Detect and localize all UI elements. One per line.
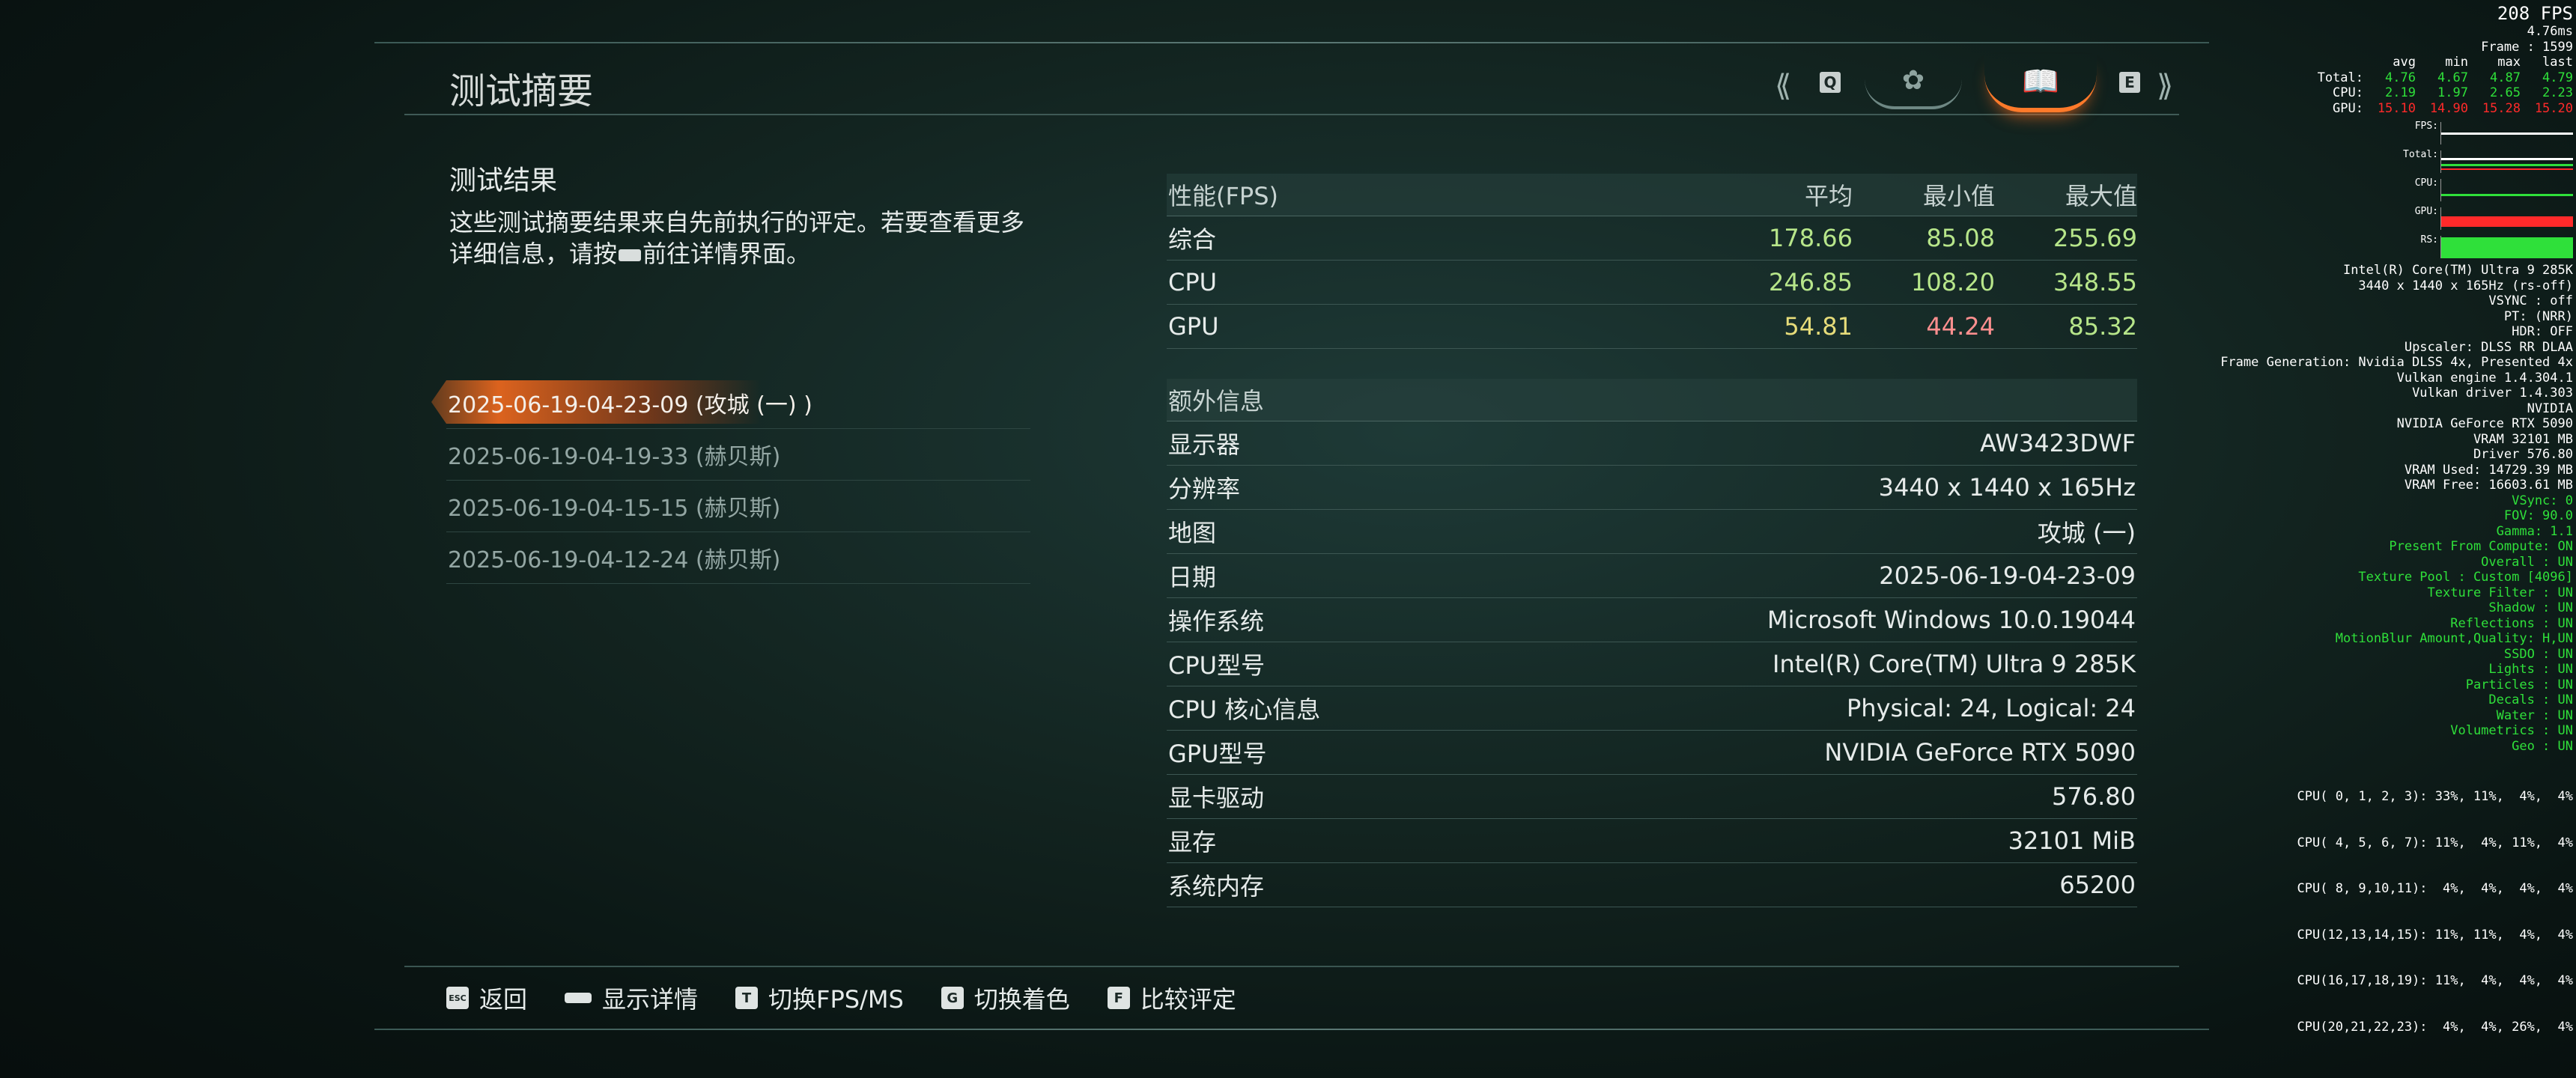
table-row: 地图 攻城 (一) [1167, 510, 2137, 554]
esc-key-icon: ESC [446, 987, 469, 1009]
overlay-fps: 208 FPS [2497, 3, 2573, 24]
title-underline [404, 114, 2179, 115]
overlay-settings: VSync: 0 FOV: 90.0 Gamma: 1.1 Present Fr… [2335, 493, 2573, 754]
description-text-2: 前往详情界面。 [643, 240, 811, 268]
hint-label: 切换着色 [973, 985, 1070, 1014]
run-item-0[interactable]: 2025-06-19-04-23-09 (攻城 (一) ) [446, 377, 1030, 429]
run-item-2[interactable]: 2025-06-19-04-15-15 (赫贝斯) [446, 481, 1030, 532]
hint-bar: ESC 返回 显示详情 T 切换FPS/MS G 切换着色 F 比较评定 [446, 981, 1236, 1015]
table-row: CPU 核心信息 Physical: 24, Logical: 24 [1167, 686, 2137, 731]
fps-graph: FPS: [2133, 119, 2573, 146]
g-key-icon: G [941, 987, 964, 1009]
extra-info-header: 额外信息 [1167, 379, 2137, 421]
rs-graph: RS: [2133, 233, 2573, 260]
table-row: 显存 32101 MiB [1167, 819, 2137, 863]
table-row: 日期 2025-06-19-04-23-09 [1167, 554, 2137, 598]
bottom-frame-line [374, 1029, 2209, 1030]
overlay-graphs: FPS: Total: CPU: GPU: RS: [2133, 119, 2573, 261]
total-graph: Total: [2133, 147, 2573, 174]
page-title: 测试摘要 [449, 70, 594, 112]
extra-info-table: 额外信息 显示器 AW3423DWF 分辨率 3440 x 1440 x 165Hz… [1167, 379, 2137, 907]
space-key-icon [619, 249, 642, 261]
hint-label: 比较评定 [1140, 985, 1236, 1014]
run-item-3[interactable]: 2025-06-19-04-12-24 (赫贝斯) [446, 532, 1030, 584]
key-q-icon: Q [1820, 72, 1841, 93]
book-icon: 📖 [2022, 64, 2059, 99]
performance-table: 性能(FPS) 平均 最小值 最大值 综合 178.66 85.08 255.6… [1167, 174, 2137, 349]
hint-bar-top-line [404, 966, 2179, 967]
back-button[interactable]: ESC 返回 [446, 981, 527, 1015]
toggle-coloring-button[interactable]: G 切换着色 [941, 981, 1070, 1015]
table-row: 显卡驱动 576.80 [1167, 775, 2137, 819]
top-frame-line [374, 42, 2209, 43]
run-list: 2025-06-19-04-23-09 (攻城 (一) ) 2025-06-19… [446, 377, 1030, 584]
results-description: 这些测试摘要结果来自先前执行的评定。若要查看更多详细信息，请按 前往详情界面。 [449, 207, 1033, 270]
table-row: GPU 54.81 44.24 85.32 [1167, 305, 2137, 349]
hint-label: 返回 [479, 985, 528, 1014]
t-key-icon: T [735, 987, 759, 1009]
cpu-graph: CPU: [2133, 176, 2573, 203]
tab-summary[interactable]: 📖 [1984, 54, 2097, 112]
space-key-icon [565, 993, 592, 1003]
tab-overview[interactable]: ✿ [1865, 54, 1962, 109]
compare-runs-button[interactable]: F 比较评定 [1107, 981, 1236, 1015]
table-row: 分辨率 3440 x 1440 x 165Hz [1167, 466, 2137, 510]
hint-label: 切换FPS/MS [768, 985, 904, 1014]
arrow-left-icon[interactable]: ⟪ [1775, 69, 1791, 103]
table-row: CPU型号 Intel(R) Core(TM) Ultra 9 285K [1167, 642, 2137, 686]
f-key-icon: F [1107, 987, 1130, 1009]
table-row: 显示器 AW3423DWF [1167, 421, 2137, 466]
overlay-frametime: 4.76ms [2527, 24, 2573, 39]
run-item-1[interactable]: 2025-06-19-04-19-33 (赫贝斯) [446, 429, 1030, 481]
gpu-graph: GPU: [2133, 204, 2573, 231]
table-row: CPU 246.85 108.20 348.55 [1167, 261, 2137, 305]
hint-label: 显示详情 [602, 985, 699, 1014]
performance-overlay: 208 FPS 4.76ms Frame : 1599 avg min max … [2133, 3, 2573, 1065]
swirl-icon: ✿ [1901, 64, 1925, 96]
show-details-button[interactable]: 显示详情 [565, 981, 698, 1015]
overlay-stats: avg min max last Total: 4.76 4.67 4.87 4… [2317, 55, 2573, 116]
performance-table-header: 性能(FPS) 平均 最小值 最大值 [1167, 174, 2137, 216]
results-heading: 测试结果 [449, 165, 558, 196]
overlay-system-info: Intel(R) Core(TM) Ultra 9 285K 3440 x 14… [2220, 263, 2573, 493]
table-row: 操作系统 Microsoft Windows 10.0.19044 [1167, 598, 2137, 642]
table-row: 综合 178.66 85.08 255.69 [1167, 216, 2137, 261]
table-row: GPU型号 NVIDIA GeForce RTX 5090 [1167, 731, 2137, 775]
overlay-frame-count: Frame : 1599 [2481, 39, 2573, 55]
toggle-fps-ms-button[interactable]: T 切换FPS/MS [735, 981, 904, 1015]
overlay-cpu-cores: CPU( 0, 1, 2, 3): 33%, 11%, 4%, 4% CPU( … [2297, 789, 2573, 1035]
tab-switcher: ⟪ Q ✿ 📖 E ⟫ [1767, 54, 2187, 114]
table-row: 系统内存 65200 [1167, 863, 2137, 907]
